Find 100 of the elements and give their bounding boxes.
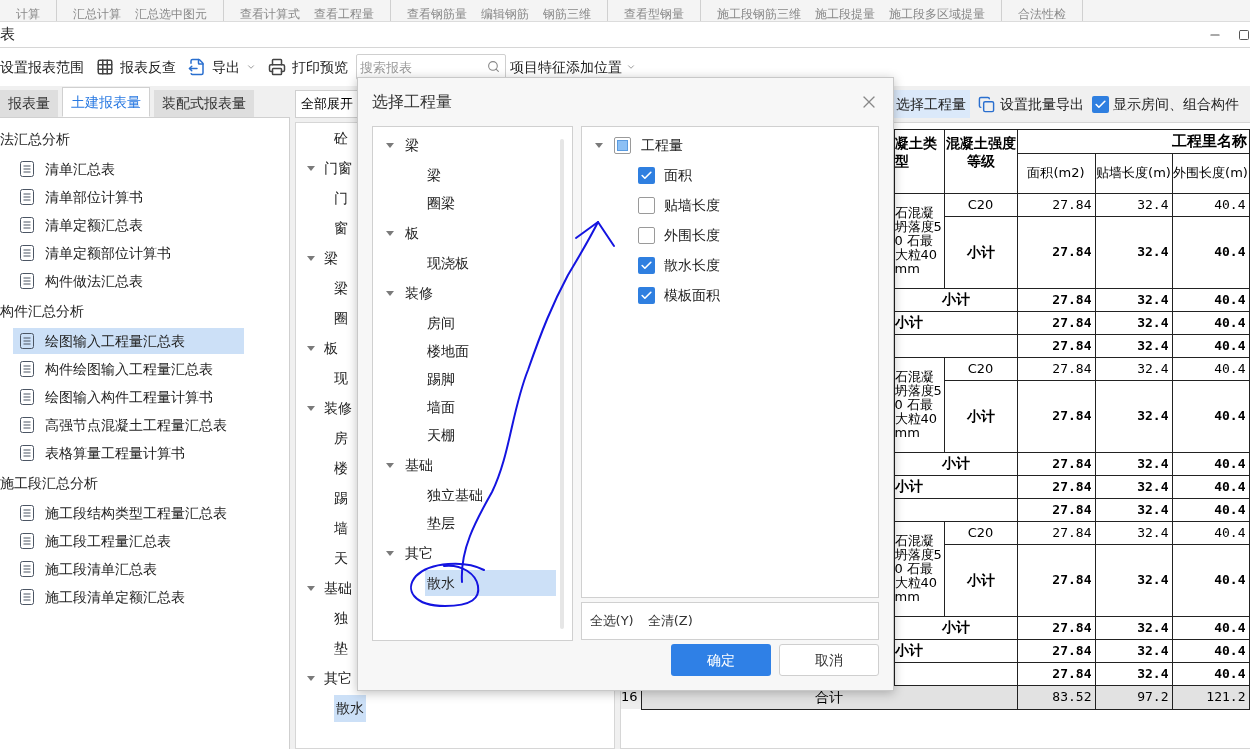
- tree-item[interactable]: 天棚: [425, 422, 556, 448]
- clear-all-link[interactable]: 全清(Z): [647, 611, 693, 631]
- caret-down-icon[interactable]: [385, 228, 395, 238]
- tree-item[interactable]: 砼: [334, 127, 348, 149]
- report-tab[interactable]: 报表量: [0, 90, 58, 117]
- tree-group-label[interactable]: 板: [324, 337, 338, 359]
- report-item[interactable]: 高强节点混凝土工程量汇总表: [13, 412, 244, 438]
- caret-down-icon[interactable]: [385, 548, 395, 558]
- report-item[interactable]: 施工段清单汇总表: [13, 556, 244, 582]
- report-item[interactable]: 清单汇总表: [13, 156, 244, 182]
- tree-item[interactable]: 散水: [425, 570, 556, 596]
- table-cell: 40.4: [1172, 288, 1249, 311]
- ok-button[interactable]: 确定: [671, 644, 771, 676]
- tree-group-label[interactable]: 装修: [405, 282, 433, 304]
- report-tab[interactable]: 土建报表量: [62, 87, 150, 117]
- caret-down-icon[interactable]: [306, 253, 316, 263]
- caret-down-icon[interactable]: [306, 673, 316, 683]
- tree-item[interactable]: 现: [334, 367, 348, 389]
- caret-down-icon[interactable]: [593, 140, 604, 150]
- tree-group-label[interactable]: 板: [405, 222, 419, 244]
- caret-down-icon[interactable]: [385, 140, 395, 150]
- tree-group-label[interactable]: 梁: [324, 247, 338, 269]
- batch-export-button[interactable]: 设置批量导出: [978, 93, 1084, 115]
- tree-group-label[interactable]: 梁: [405, 134, 419, 156]
- caret-down-icon[interactable]: [306, 583, 316, 593]
- table-cell: 27.84: [1017, 311, 1095, 334]
- report-item[interactable]: 清单定额部位计算书: [13, 240, 244, 266]
- caret-down-icon[interactable]: [306, 343, 316, 353]
- tree-group-label[interactable]: 其它: [405, 542, 433, 564]
- toolbar-command[interactable]: 编辑钢筋: [481, 7, 529, 21]
- feature-position-dropdown[interactable]: 项目特征添加位置: [510, 56, 636, 78]
- column-header: 混凝土强度等级: [944, 129, 1017, 193]
- tree-item[interactable]: 窗: [334, 217, 348, 239]
- tree-item[interactable]: 梁: [334, 277, 348, 299]
- tree-item[interactable]: 房: [334, 427, 348, 449]
- tree-item[interactable]: 独: [334, 607, 348, 629]
- search-field[interactable]: 搜索报表: [356, 54, 506, 80]
- tree-group-label[interactable]: 法汇总分析: [0, 128, 70, 150]
- tree-item[interactable]: 踢: [334, 487, 348, 509]
- tree-item[interactable]: 垫层: [425, 510, 556, 536]
- tree-group-label[interactable]: 其它: [324, 667, 352, 689]
- report-item[interactable]: 构件做法汇总表: [13, 268, 244, 294]
- document-list-icon: [20, 361, 34, 377]
- quantity-checkbox[interactable]: [637, 256, 655, 274]
- tree-group-label[interactable]: 基础: [405, 454, 433, 476]
- tree-item[interactable]: 门: [334, 187, 348, 209]
- tree-item[interactable]: 垫: [334, 637, 348, 659]
- caret-down-icon[interactable]: [306, 403, 316, 413]
- partial-checkbox[interactable]: [613, 136, 631, 154]
- caret-down-icon[interactable]: [385, 460, 395, 470]
- tree-group-label[interactable]: 装修: [324, 397, 352, 419]
- quantity-checkbox[interactable]: [637, 166, 655, 184]
- tree-item[interactable]: 圈: [334, 307, 348, 329]
- table-cell: 40.4: [1172, 193, 1249, 216]
- tree-item[interactable]: 楼: [334, 457, 348, 479]
- select-all-link[interactable]: 全选(Y): [589, 611, 634, 631]
- expand-all-button[interactable]: 全部展开: [295, 90, 359, 118]
- report-item[interactable]: 施工段结构类型工程量汇总表: [13, 500, 244, 526]
- report-item[interactable]: 绘图输入构件工程量计算书: [13, 384, 244, 410]
- tree-item[interactable]: 梁: [425, 162, 556, 188]
- tree-item[interactable]: 墙面: [425, 394, 556, 420]
- table-cell: 27.84: [1017, 662, 1095, 685]
- table-cell: 32.4: [1095, 662, 1172, 685]
- caret-down-icon[interactable]: [306, 163, 316, 173]
- report-item[interactable]: 施工段清单定额汇总表: [13, 584, 244, 610]
- scrollbar[interactable]: [559, 139, 564, 629]
- report-item[interactable]: 清单部位计算书: [13, 184, 244, 210]
- export-button[interactable]: 导出: [188, 56, 256, 78]
- tree-item[interactable]: 踢脚: [425, 366, 556, 392]
- tree-group-label[interactable]: 基础: [324, 577, 352, 599]
- report-item[interactable]: 表格算量工程量计算书: [13, 440, 244, 466]
- print-preview-button[interactable]: 打印预览: [268, 56, 348, 78]
- tree-item[interactable]: 墙: [334, 517, 348, 539]
- select-quantity-button[interactable]: 选择工程量: [892, 90, 970, 118]
- maximize-icon[interactable]: [1238, 28, 1250, 41]
- tree-item[interactable]: 楼地面: [425, 338, 556, 364]
- document-list-icon: [20, 533, 34, 549]
- report-item[interactable]: 施工段工程量汇总表: [13, 528, 244, 554]
- quantity-checkbox[interactable]: [637, 226, 655, 244]
- tree-item[interactable]: 散水: [334, 694, 366, 722]
- tree-group-label[interactable]: 门窗: [324, 157, 352, 179]
- report-item[interactable]: 构件绘图输入工程量汇总表: [13, 356, 244, 382]
- show-rooms-checkbox[interactable]: [1092, 95, 1109, 113]
- caret-down-icon[interactable]: [385, 288, 395, 298]
- tree-item[interactable]: 现浇板: [425, 250, 556, 276]
- report-item[interactable]: 绘图输入工程量汇总表: [13, 328, 244, 354]
- tree-item[interactable]: 圈梁: [425, 190, 556, 216]
- quantity-checkbox[interactable]: [637, 196, 655, 214]
- tree-item[interactable]: 房间: [425, 310, 556, 336]
- tree-group-label[interactable]: 构件汇总分析: [0, 300, 84, 322]
- report-tab[interactable]: 装配式报表量: [154, 90, 254, 117]
- tree-item[interactable]: 独立基础: [425, 482, 556, 508]
- quantity-checkbox[interactable]: [637, 286, 655, 304]
- table-cell: 40.4: [1172, 334, 1249, 357]
- report-item[interactable]: 清单定额汇总表: [13, 212, 244, 238]
- report-reverse-button[interactable]: 报表反查: [96, 56, 176, 78]
- tree-item[interactable]: 天: [334, 547, 348, 569]
- tree-group-label[interactable]: 施工段汇总分析: [0, 472, 98, 494]
- cancel-button[interactable]: 取消: [779, 644, 879, 676]
- report-range-button[interactable]: 设置报表范围: [0, 56, 84, 78]
